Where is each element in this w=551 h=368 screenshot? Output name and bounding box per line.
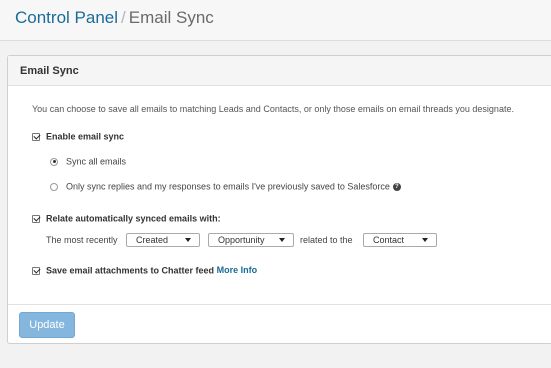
chevron-down-icon bbox=[279, 238, 285, 242]
chevron-down-icon bbox=[185, 238, 191, 242]
help-icon[interactable]: ? bbox=[392, 182, 401, 191]
breadcrumb: Control Panel / Email Sync bbox=[15, 8, 214, 28]
attachments-row: Save email attachments to Chatter feed M… bbox=[32, 265, 257, 276]
sync-all-radio[interactable] bbox=[50, 157, 58, 166]
panel-title: Email Sync bbox=[20, 65, 79, 77]
sync-replies-radio[interactable] bbox=[50, 182, 58, 191]
enable-sync-checkbox[interactable] bbox=[32, 132, 40, 141]
more-info-link[interactable]: More Info bbox=[217, 265, 258, 275]
object-select[interactable]: Opportunity bbox=[208, 233, 294, 247]
relate-checkbox[interactable] bbox=[32, 214, 40, 223]
relate-row: Relate automatically synced emails with: bbox=[32, 213, 221, 224]
breadcrumb-current: Email Sync bbox=[128, 8, 214, 27]
page-header: Control Panel / Email Sync bbox=[0, 0, 551, 41]
created-select[interactable]: Created bbox=[126, 233, 200, 247]
relate-middle-label: related to the bbox=[300, 235, 353, 245]
sync-replies-row: Only sync replies and my responses to em… bbox=[50, 181, 401, 192]
panel-description: You can choose to save all emails to mat… bbox=[32, 104, 514, 114]
chevron-down-icon bbox=[422, 238, 428, 242]
breadcrumb-separator: / bbox=[121, 8, 126, 27]
attachments-checkbox[interactable] bbox=[32, 266, 40, 275]
sync-all-label[interactable]: Sync all emails bbox=[66, 157, 126, 167]
sync-all-row: Sync all emails bbox=[50, 156, 126, 167]
contact-select-value: Contact bbox=[373, 235, 405, 245]
enable-sync-label[interactable]: Enable email sync bbox=[46, 132, 124, 142]
sync-replies-label[interactable]: Only sync replies and my responses to em… bbox=[66, 182, 390, 192]
attachments-label[interactable]: Save email attachments to Chatter feed bbox=[46, 266, 214, 276]
enable-sync-row: Enable email sync bbox=[32, 131, 124, 142]
panel-header: Email Sync bbox=[8, 56, 551, 86]
footer-divider bbox=[8, 304, 551, 305]
update-button[interactable]: Update bbox=[19, 312, 75, 338]
relate-label[interactable]: Relate automatically synced emails with: bbox=[46, 214, 221, 224]
email-sync-panel: Email Sync You can choose to save all em… bbox=[7, 55, 551, 344]
relate-prefix-label: The most recently bbox=[46, 235, 118, 245]
created-select-value: Created bbox=[136, 235, 169, 245]
breadcrumb-control-panel-link[interactable]: Control Panel bbox=[15, 8, 118, 27]
object-select-value: Opportunity bbox=[218, 235, 265, 245]
contact-select[interactable]: Contact bbox=[363, 233, 437, 247]
